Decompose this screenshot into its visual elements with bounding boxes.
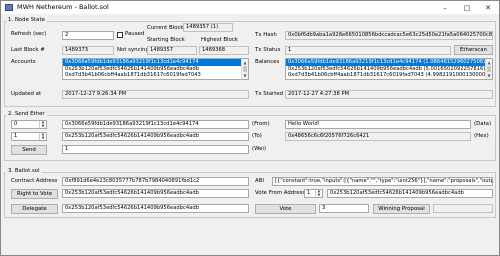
app-icon xyxy=(5,4,13,11)
paused-label: Paused xyxy=(125,31,145,37)
right-to-vote-button[interactable]: Right to Vote xyxy=(11,189,58,199)
tx-status-field: 1 xyxy=(285,46,451,55)
syncing-status: Not syncing xyxy=(117,47,149,53)
send-ether-title: 2. Send Ether xyxy=(6,111,47,118)
main-window: MWH Nethereum - Ballot.sol – □ ✕ 1. Node… xyxy=(0,0,500,256)
maximize-icon[interactable]: □ xyxy=(456,1,478,14)
updated-label: Updated at xyxy=(11,91,42,97)
last-block-label: Last Block # xyxy=(11,47,45,53)
tx-started-field: 2017-12-27 4:27:38 PM xyxy=(285,90,493,99)
right-to-vote-input[interactable]: 0x253b120af53edfc54626b141409b956eadbc4a… xyxy=(62,189,249,198)
etherscan-button[interactable]: Etherscan xyxy=(454,45,493,55)
delegate-button[interactable]: Delegate xyxy=(11,204,58,214)
to-index-value: 1 xyxy=(14,133,18,139)
tx-hash-label: Tx Hash xyxy=(255,32,277,38)
minimize-icon[interactable]: – xyxy=(434,1,456,14)
spin-arrows-icon[interactable]: ▲ ▼ xyxy=(39,132,46,140)
from-label: (From) xyxy=(252,121,270,127)
accounts-label: Accounts xyxy=(11,59,36,65)
to-address-input[interactable]: 0x253b120af53edfc54626b141409b956eadbc4a… xyxy=(62,132,249,141)
refresh-input[interactable]: 2 xyxy=(62,31,114,40)
accounts-list[interactable]: 0x3066e59fdb1de93186a93219f1c13cd1e4c941… xyxy=(62,58,249,80)
ballot-title: 3. Ballot.sol xyxy=(6,168,42,175)
vote-button[interactable]: Vote xyxy=(255,204,316,214)
scroll-down-icon[interactable]: ▼ xyxy=(242,72,248,79)
starting-block-field: 1489357 xyxy=(147,46,197,55)
highest-block-field: 1489368 xyxy=(199,46,249,55)
send-button[interactable]: Send xyxy=(11,145,47,155)
vote-proposal-input[interactable]: 3 xyxy=(319,204,369,213)
abi-input[interactable]: [{"constant":true,"inputs":[{"name":"","… xyxy=(272,177,493,186)
wei-input[interactable]: 1 xyxy=(62,145,249,154)
delegate-input[interactable]: 0x253b120af53edfc54626b141409b956eadbc4a… xyxy=(62,204,249,213)
balances-label: Balances xyxy=(255,59,280,65)
tx-hash-field: 0x0bf6db9aba1a928e665010856bdccadcac5e63… xyxy=(285,31,493,40)
refresh-label: Refresh (sec) xyxy=(11,31,47,37)
wei-label: (Wei) xyxy=(252,146,267,152)
last-block-field: 1489373 xyxy=(62,46,114,55)
vote-from-index-stepper[interactable]: 1 ▲ ▼ xyxy=(304,189,323,198)
data-input[interactable]: Hello World! xyxy=(285,120,471,129)
current-block-field: 1489357 (1) xyxy=(183,23,233,32)
list-item[interactable]: 0xd7d3b41b06cbff4aab1871db31617c6019fad7… xyxy=(286,72,492,79)
winning-proposal-field xyxy=(433,204,493,213)
tx-status-label: Tx Status xyxy=(255,47,281,53)
from-index-stepper[interactable]: 0 ▲ ▼ xyxy=(11,120,47,129)
scroll-down-icon[interactable]: ▼ xyxy=(486,72,492,79)
paused-checkbox[interactable] xyxy=(117,32,123,38)
highest-block-label: Highest Block xyxy=(201,37,238,43)
updated-field: 2017-12-27 9:26:34 PM xyxy=(62,90,249,99)
vote-from-address-input[interactable]: 0x253b120af53edfc54626b141409b956eadbc4a… xyxy=(327,189,493,198)
abi-label: ABI xyxy=(255,178,264,184)
contract-address-input[interactable]: 0xf891d6e4e23c8035777b787b7984040891fbd1… xyxy=(62,177,249,186)
hex-field: 0x48656c6c6f20576f726c6421 xyxy=(285,132,471,141)
close-icon[interactable]: ✕ xyxy=(477,1,499,14)
vote-from-label: Vote From Address xyxy=(255,190,306,196)
scroll-up-icon[interactable]: ▲ xyxy=(242,59,248,66)
accounts-scrollbar[interactable]: ▲ ▼ xyxy=(241,59,248,79)
title-bar: MWH Nethereum - Ballot.sol – □ ✕ xyxy=(1,1,499,14)
data-label: (Data) xyxy=(474,121,492,127)
contract-address-label: Contract Address xyxy=(11,178,58,184)
node-state-title: 1. Node State xyxy=(6,17,47,24)
winning-proposal-button[interactable]: Winning Proposal xyxy=(373,204,430,214)
hex-label: (Hex) xyxy=(474,133,489,139)
tx-started-label: Tx Started xyxy=(255,91,284,97)
current-block-label: Current Block xyxy=(147,25,184,31)
to-index-stepper[interactable]: 1 ▲ ▼ xyxy=(11,132,47,141)
to-label: (To) xyxy=(252,133,262,139)
spin-arrows-icon[interactable]: ▲ ▼ xyxy=(39,120,46,128)
list-item[interactable]: 0x3066e59fdb1de93186a93219f1c13cd1e4c941… xyxy=(286,59,492,66)
scroll-up-icon[interactable]: ▲ xyxy=(486,59,492,66)
balances-scrollbar[interactable]: ▲ ▼ xyxy=(485,59,492,79)
vote-from-index-value: 1 xyxy=(307,190,311,196)
from-address-input[interactable]: 0x3066e59fdb1de93186a93219f1c13cd1e4c941… xyxy=(62,120,249,129)
starting-block-label: Starting Block xyxy=(147,37,185,43)
spin-arrows-icon[interactable]: ▲ ▼ xyxy=(315,189,322,197)
list-item[interactable]: 0xd7d3b41b06cbff4aab1871db31617c6019fad7… xyxy=(63,72,248,79)
balances-list[interactable]: 0x3066e59fdb1de93186a93219f1c13cd1e4c941… xyxy=(285,58,493,80)
from-index-value: 0 xyxy=(14,121,18,127)
window-title: MWH Nethereum - Ballot.sol xyxy=(17,3,109,11)
